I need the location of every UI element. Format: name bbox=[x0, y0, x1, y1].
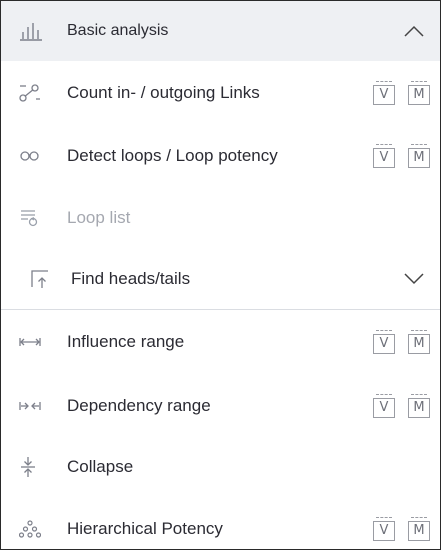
list-refresh-icon bbox=[19, 206, 49, 230]
matrix-badge[interactable]: M bbox=[408, 517, 430, 541]
range-arrows-icon bbox=[19, 330, 49, 354]
infinity-loop-icon bbox=[19, 144, 49, 168]
menu-item-label: Hierarchical Potency bbox=[67, 519, 223, 538]
expand-arrow-icon bbox=[31, 267, 53, 291]
matrix-badge[interactable]: M bbox=[408, 330, 430, 354]
menu-item-loop-list[interactable]: Loop list bbox=[1, 187, 440, 249]
matrix-badge[interactable]: M bbox=[408, 81, 430, 105]
link-nodes-icon bbox=[19, 81, 49, 105]
menu-item-label: Dependency range bbox=[67, 396, 211, 415]
analysis-panel: Basic analysis Count in- / outgoing Link… bbox=[0, 0, 441, 550]
dependency-arrows-icon bbox=[19, 394, 49, 418]
menu-item-detect-loops[interactable]: Detect loops / Loop potency V M bbox=[1, 125, 440, 187]
menu-item-label: Collapse bbox=[67, 457, 134, 476]
chevron-up-icon[interactable] bbox=[402, 19, 426, 43]
matrix-badge[interactable]: M bbox=[408, 394, 430, 418]
menu-item-label: Count in- / outgoing Links bbox=[67, 83, 260, 102]
menu-item-dependency-range[interactable]: Dependency range V M bbox=[1, 374, 440, 438]
section-header-basic-analysis[interactable]: Basic analysis bbox=[1, 1, 440, 61]
view-badge[interactable]: V bbox=[373, 81, 395, 105]
view-badge[interactable]: V bbox=[373, 144, 395, 168]
menu-item-influence-range[interactable]: Influence range V M bbox=[1, 310, 440, 374]
view-badge[interactable]: V bbox=[373, 517, 395, 541]
hierarchy-icon bbox=[19, 517, 49, 541]
menu-item-label: Find heads/tails bbox=[71, 269, 191, 288]
menu-item-label: Detect loops / Loop potency bbox=[67, 146, 278, 165]
menu-item-hierarchical-potency[interactable]: Hierarchical Potency V M bbox=[1, 496, 440, 549]
chevron-down-icon[interactable] bbox=[402, 267, 426, 291]
menu-item-label: Influence range bbox=[67, 332, 185, 351]
collapse-icon bbox=[19, 455, 49, 479]
menu-item-label: Loop list bbox=[67, 208, 131, 227]
menu-item-count-links[interactable]: Count in- / outgoing Links V M bbox=[1, 61, 440, 125]
section-title: Basic analysis bbox=[67, 22, 169, 39]
matrix-badge[interactable]: M bbox=[408, 144, 430, 168]
bar-chart-icon bbox=[19, 19, 49, 43]
view-badge[interactable]: V bbox=[373, 330, 395, 354]
menu-item-collapse[interactable]: Collapse bbox=[1, 438, 440, 496]
view-badge[interactable]: V bbox=[373, 394, 395, 418]
menu-item-find-heads-tails[interactable]: Find heads/tails bbox=[1, 249, 440, 309]
